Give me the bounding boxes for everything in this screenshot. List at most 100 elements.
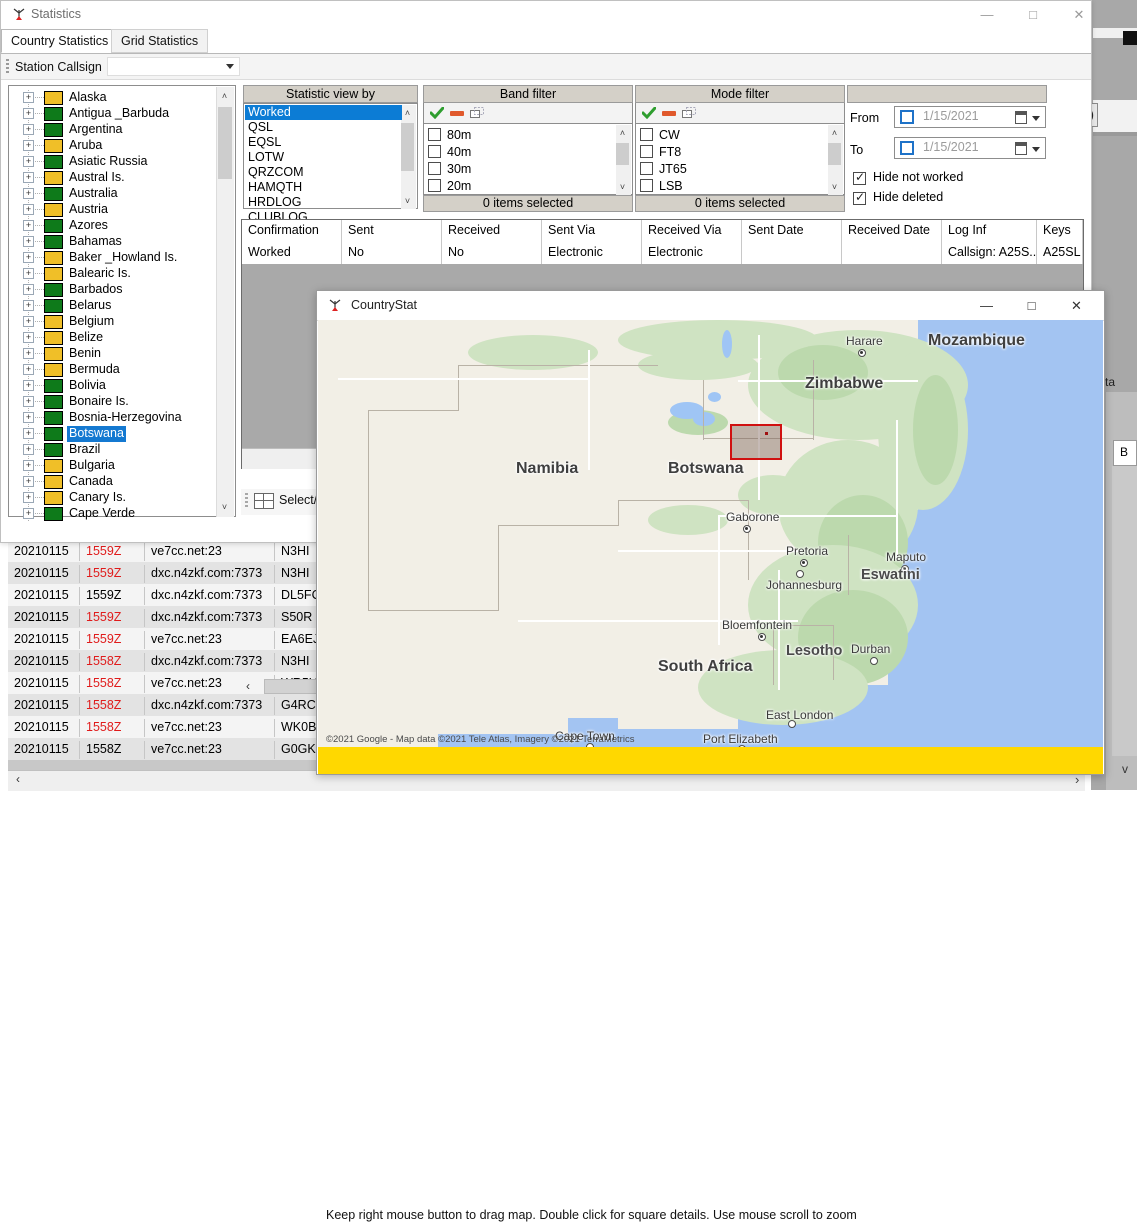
toolbar-grip[interactable] <box>245 493 248 509</box>
country-tree-item[interactable]: + Bulgaria <box>13 458 219 474</box>
expand-icon[interactable]: + <box>23 460 34 471</box>
hide-deleted-label[interactable]: Hide deleted <box>873 190 943 204</box>
statistic-view-item[interactable]: LOTW <box>245 150 402 165</box>
country-tree-item[interactable]: + Alaska <box>13 90 219 106</box>
checkbox[interactable] <box>428 128 441 141</box>
deselect-all-icon[interactable] <box>450 111 464 116</box>
invert-selection-icon[interactable] <box>470 107 485 119</box>
country-tree-item[interactable]: + Austria <box>13 202 219 218</box>
scroll-up-icon[interactable]: ˄ <box>615 126 630 141</box>
statistic-view-item[interactable]: HAMQTH <box>245 180 402 195</box>
expand-icon[interactable]: + <box>23 284 34 295</box>
tab-country-statistics[interactable]: Country Statistics <box>1 29 119 53</box>
expand-icon[interactable]: + <box>23 300 34 311</box>
statistic-view-list[interactable]: ˄ ˅ Worked QSL EQSL LOTW QRZCOM HAMQTH HRDLOG C… <box>243 103 418 224</box>
date-from-field[interactable]: 1/15/2021 <box>894 106 1046 128</box>
scroll-left-icon[interactable]: ‹ <box>246 679 250 693</box>
expand-icon[interactable]: + <box>23 188 34 199</box>
column-header[interactable]: Sent <box>342 220 442 242</box>
scroll-up-icon[interactable]: ˄ <box>827 126 842 141</box>
country-tree-item[interactable]: + Botswana <box>13 426 219 442</box>
deselect-all-icon[interactable] <box>662 111 676 116</box>
country-tree-item[interactable]: + Bonaire Is. <box>13 394 219 410</box>
table-row[interactable]: Worked No No Electronic Electronic Callsign: … <box>242 242 1083 265</box>
column-header[interactable]: Received Date <box>842 220 942 242</box>
maximize-icon[interactable]: □ <box>1009 291 1054 320</box>
expand-icon[interactable]: + <box>23 236 34 247</box>
countrystat-title-bar[interactable]: CountryStat — □ ✕ <box>317 291 1104 321</box>
country-tree-item[interactable]: + Aruba <box>13 138 219 154</box>
column-header[interactable]: Sent Via <box>542 220 642 242</box>
column-header[interactable]: Keys <box>1037 220 1083 242</box>
expand-icon[interactable]: + <box>23 444 34 455</box>
calendar-icon[interactable] <box>1015 111 1027 124</box>
expand-icon[interactable]: + <box>23 172 34 183</box>
expand-icon[interactable]: + <box>23 428 34 439</box>
expand-icon[interactable]: + <box>23 108 34 119</box>
country-tree-item[interactable]: + Bermuda <box>13 362 219 378</box>
statistic-view-item[interactable]: QSL <box>245 120 402 135</box>
country-tree[interactable]: ˄ ˅ + Alaska + Antigua _Barbuda + Argentina + A… <box>8 85 236 522</box>
column-header[interactable]: Received Via <box>642 220 742 242</box>
column-header[interactable]: Sent Date <box>742 220 842 242</box>
statistic-view-item[interactable]: QRZCOM <box>245 165 402 180</box>
bg-b-field[interactable]: B <box>1113 440 1137 466</box>
country-tree-item[interactable]: + Brazil <box>13 442 219 458</box>
expand-icon[interactable]: + <box>23 364 34 375</box>
expand-icon[interactable]: + <box>23 492 34 503</box>
country-tree-item[interactable]: + Belize <box>13 330 219 346</box>
scrollbar-thumb[interactable] <box>401 123 414 171</box>
expand-icon[interactable]: + <box>23 140 34 151</box>
statistic-view-scrollbar[interactable]: ˄ ˅ <box>401 105 416 209</box>
chevron-down-icon[interactable] <box>1032 116 1040 121</box>
expand-icon[interactable]: + <box>23 156 34 167</box>
country-tree-item[interactable]: + Balearic Is. <box>13 266 219 282</box>
statistic-view-item[interactable]: Worked <box>245 105 402 120</box>
band-filter-list[interactable]: ˄ ˅ 80m 40m 30m 20m <box>423 123 633 195</box>
checkbox[interactable] <box>640 145 653 158</box>
expand-icon[interactable]: + <box>23 508 34 519</box>
select-all-icon[interactable] <box>642 107 656 119</box>
scroll-down-icon[interactable]: ˅ <box>615 180 630 195</box>
tab-grid-statistics[interactable]: Grid Statistics <box>111 29 209 53</box>
expand-icon[interactable]: + <box>23 204 34 215</box>
hide-not-worked-label[interactable]: Hide not worked <box>873 170 963 184</box>
minimize-icon[interactable]: — <box>964 1 1010 29</box>
chevron-down-icon[interactable] <box>226 64 234 69</box>
scrollbar-thumb[interactable] <box>828 143 841 165</box>
expand-icon[interactable]: + <box>23 348 34 359</box>
country-tree-item[interactable]: + Asiatic Russia <box>13 154 219 170</box>
band-filter-scrollbar[interactable]: ˄ ˅ <box>616 125 631 195</box>
hide-not-worked-checkbox[interactable]: ✓ <box>853 170 866 185</box>
scrollbar-thumb[interactable] <box>616 143 629 165</box>
scroll-up-icon[interactable]: ˄ <box>400 106 415 121</box>
map-canvas[interactable]: ©2021 Google - Map data ©2021 Tele Atlas… <box>318 320 1103 747</box>
expand-icon[interactable]: + <box>23 124 34 135</box>
expand-icon[interactable]: + <box>23 412 34 423</box>
selected-grid-square[interactable] <box>730 424 782 460</box>
date-to-field[interactable]: 1/15/2021 <box>894 137 1046 159</box>
country-tree-item[interactable]: + Canary Is. <box>13 490 219 506</box>
statistics-title-bar[interactable]: Statistics — □ ✕ <box>1 1 1091 29</box>
scrollbar-thumb[interactable] <box>218 107 232 179</box>
country-tree-item[interactable]: + Barbados <box>13 282 219 298</box>
column-header[interactable]: Confirmation <box>242 220 342 242</box>
country-tree-item[interactable]: + Baker _Howland Is. <box>13 250 219 266</box>
date-from-checkbox[interactable] <box>900 110 914 124</box>
invert-selection-icon[interactable] <box>682 107 697 119</box>
column-header[interactable]: Log Inf <box>942 220 1037 242</box>
country-tree-item[interactable]: + Bahamas <box>13 234 219 250</box>
expand-icon[interactable]: + <box>23 476 34 487</box>
expand-icon[interactable]: + <box>23 268 34 279</box>
expand-icon[interactable]: + <box>23 220 34 231</box>
country-tree-item[interactable]: + Bosnia-Herzegovina <box>13 410 219 426</box>
expand-icon[interactable]: + <box>23 396 34 407</box>
country-tree-item[interactable]: + Azores <box>13 218 219 234</box>
checkbox[interactable] <box>428 179 441 192</box>
checkbox[interactable] <box>428 145 441 158</box>
statistic-view-item[interactable]: EQSL <box>245 135 402 150</box>
country-tree-item[interactable]: + Belarus <box>13 298 219 314</box>
hide-deleted-checkbox[interactable]: ✓ <box>853 190 866 205</box>
grid-icon[interactable] <box>254 493 274 509</box>
country-tree-item[interactable]: + Canada <box>13 474 219 490</box>
